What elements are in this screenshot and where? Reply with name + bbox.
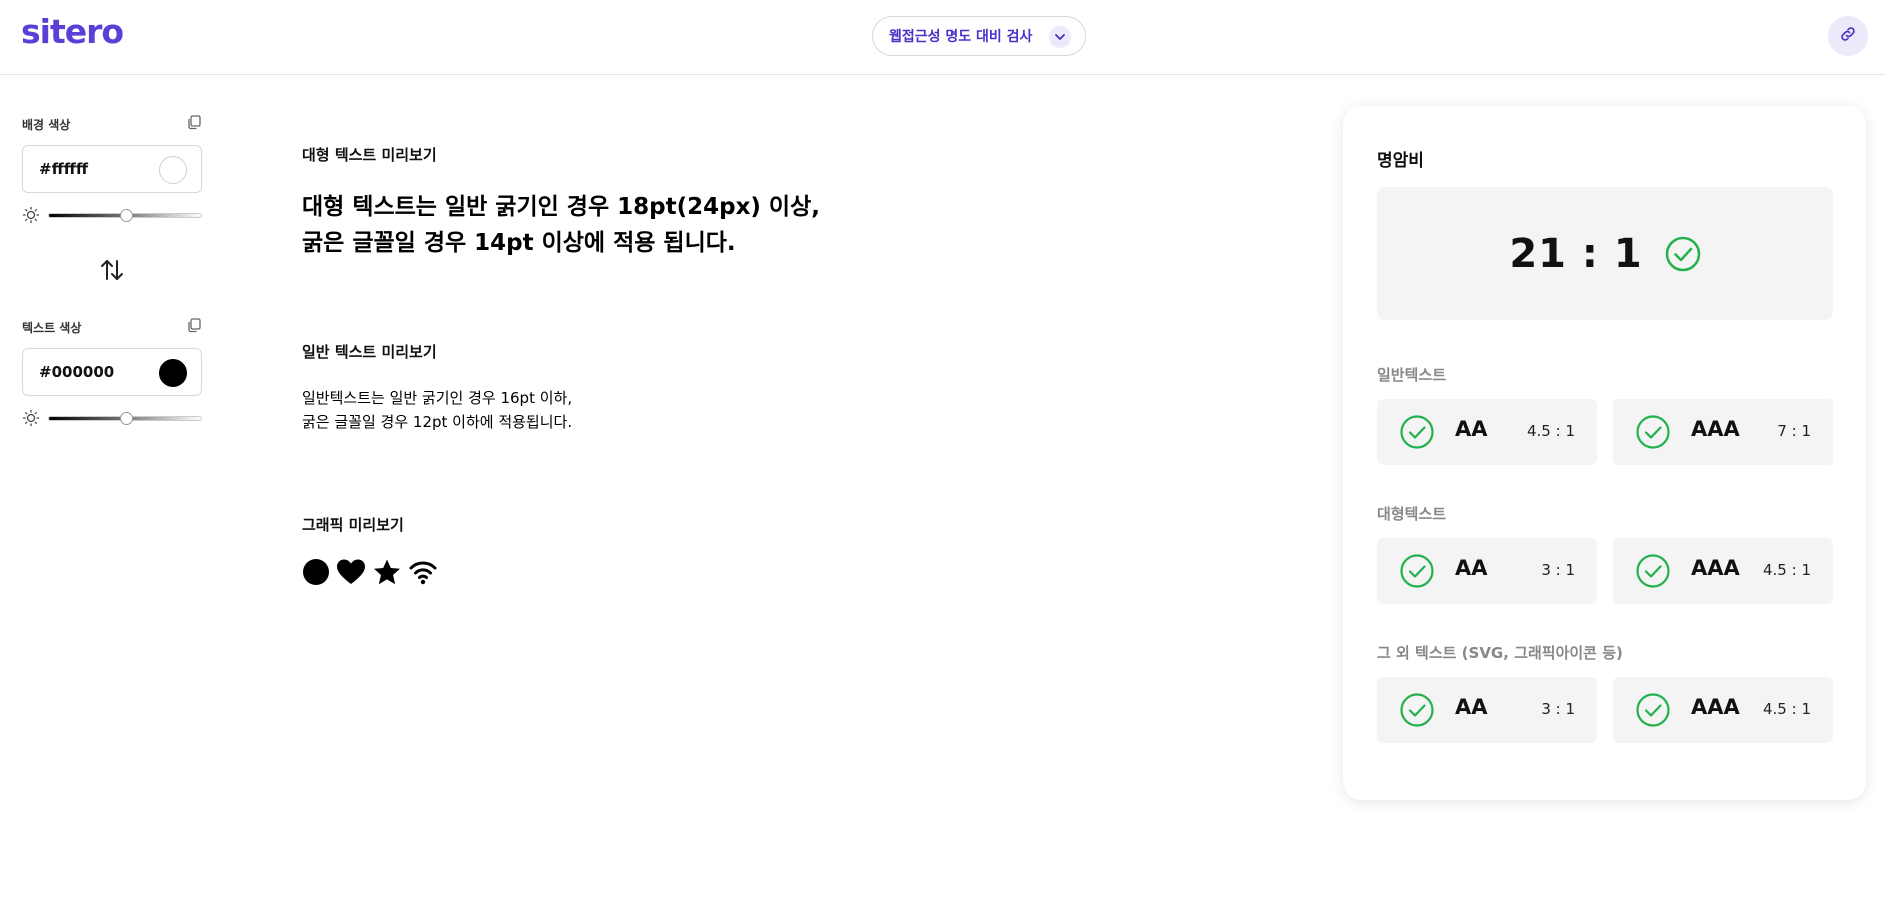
background-color-label: 배경 색상 (22, 118, 71, 132)
circle-icon (303, 559, 329, 585)
brightness-thumb[interactable] (120, 209, 133, 222)
sun-icon (22, 206, 40, 224)
contrast-ratio-box: 21 : 1 (1377, 187, 1833, 320)
check-circle-icon (1400, 693, 1434, 727)
required-ratio: 3 : 1 (1541, 561, 1575, 579)
graphic-preview-icons (302, 558, 438, 586)
background-brightness-slider[interactable] (22, 206, 202, 224)
check-circle-icon (1665, 236, 1700, 271)
other-text-aa-card: AA 3 : 1 (1377, 677, 1597, 743)
normal-text-preview-title: 일반 텍스트 미리보기 (302, 343, 437, 361)
wcag-level: AAA (1691, 417, 1740, 441)
wcag-level: AAA (1691, 556, 1740, 580)
sun-icon (22, 409, 40, 427)
required-ratio: 4.5 : 1 (1763, 561, 1811, 579)
required-ratio: 4.5 : 1 (1763, 700, 1811, 718)
copy-icon (188, 115, 201, 130)
large-text-preview-title: 대형 텍스트 미리보기 (302, 146, 437, 164)
sitero-logo[interactable]: sitero (21, 12, 124, 51)
text-color-label: 텍스트 색상 (22, 321, 82, 335)
tool-select-label: 웹접근성 명도 대비 검사 (889, 29, 1033, 45)
background-color-input[interactable]: #ffffff (22, 145, 202, 193)
tool-select-dropdown[interactable]: 웹접근성 명도 대비 검사 (872, 16, 1086, 56)
text-color-value: #000000 (39, 363, 115, 381)
normal-text-aaa-card: AAA 7 : 1 (1613, 399, 1833, 465)
copy-background-button[interactable] (186, 114, 204, 132)
background-color-value: #ffffff (39, 160, 89, 178)
large-text-preview-line2: 굵은 글꼴일 경우 14pt 이상에 적용 됩니다. (302, 230, 736, 256)
text-color-input[interactable]: #000000 (22, 348, 202, 396)
large-text-aa-card: AA 3 : 1 (1377, 538, 1597, 604)
text-brightness-slider[interactable] (22, 409, 202, 427)
share-link-button[interactable] (1828, 16, 1868, 56)
other-text-group-label: 그 외 텍스트 (SVG, 그래픽아이콘 등) (1377, 644, 1623, 662)
wcag-level: AA (1455, 695, 1488, 719)
large-text-group-label: 대형텍스트 (1377, 505, 1447, 523)
contrast-results-panel: 명암비 21 : 1 일반텍스트 AA 4.5 : 1 AAA 7 : 1 대형… (1343, 106, 1866, 800)
brightness-thumb[interactable] (120, 412, 133, 425)
background-color-swatch[interactable] (159, 156, 187, 184)
contrast-ratio-value: 21 : 1 (1509, 230, 1643, 277)
text-color-swatch[interactable] (159, 359, 187, 387)
check-circle-icon (1636, 693, 1670, 727)
required-ratio: 7 : 1 (1777, 422, 1811, 440)
normal-text-preview-line2: 굵은 글꼴일 경우 12pt 이하에 적용됩니다. (302, 413, 573, 431)
link-icon (1839, 25, 1857, 47)
star-icon (374, 559, 400, 585)
wifi-icon (409, 561, 437, 585)
large-text-preview-line1: 대형 텍스트는 일반 굵기인 경우 18pt(24px) 이상, (302, 194, 820, 220)
required-ratio: 4.5 : 1 (1527, 422, 1575, 440)
wcag-level: AAA (1691, 695, 1740, 719)
heart-icon (337, 559, 365, 584)
normal-text-group-label: 일반텍스트 (1377, 366, 1447, 384)
normal-text-preview-line1: 일반텍스트는 일반 굵기인 경우 16pt 이하, (302, 389, 573, 407)
copy-text-color-button[interactable] (186, 317, 204, 335)
chevron-down-icon (1049, 26, 1071, 48)
contrast-ratio-title: 명암비 (1377, 151, 1424, 171)
check-circle-icon (1636, 415, 1670, 449)
check-circle-icon (1636, 554, 1670, 588)
swap-icon (101, 260, 123, 280)
normal-text-aa-card: AA 4.5 : 1 (1377, 399, 1597, 465)
swap-colors-button[interactable] (97, 255, 127, 285)
large-text-aaa-card: AAA 4.5 : 1 (1613, 538, 1833, 604)
other-text-aaa-card: AAA 4.5 : 1 (1613, 677, 1833, 743)
wcag-level: AA (1455, 417, 1488, 441)
copy-icon (188, 318, 201, 333)
check-circle-icon (1400, 554, 1434, 588)
top-header: sitero 웹접근성 명도 대비 검사 (0, 0, 1885, 75)
check-circle-icon (1400, 415, 1434, 449)
required-ratio: 3 : 1 (1541, 700, 1575, 718)
graphic-preview-title: 그래픽 미리보기 (302, 516, 404, 534)
wcag-level: AA (1455, 556, 1488, 580)
